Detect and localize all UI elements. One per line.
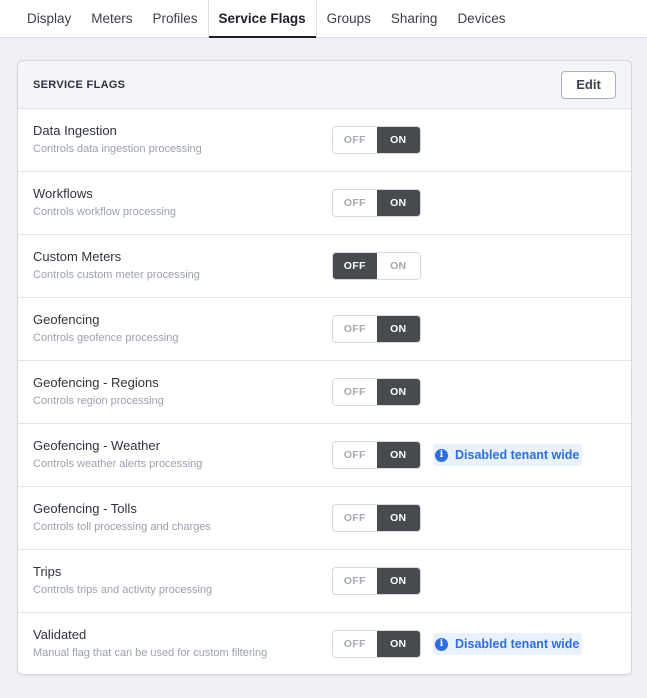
tab-profiles[interactable]: Profiles <box>143 0 208 37</box>
flag-toggle: OFF ON <box>332 504 421 532</box>
flag-name: Validated <box>33 627 87 642</box>
edit-button[interactable]: Edit <box>561 70 616 99</box>
toggle-off-option[interactable]: OFF <box>333 190 377 216</box>
toggle-off-option[interactable]: OFF <box>333 316 377 342</box>
toggle-off-option[interactable]: OFF <box>333 253 377 279</box>
toggle-on-option[interactable]: ON <box>376 379 420 405</box>
flag-name: Geofencing - Weather <box>33 438 160 453</box>
tenant-notice: i Disabled tenant wide <box>433 444 583 466</box>
flag-toggle: OFF ON <box>332 567 421 595</box>
toggle-off-option[interactable]: OFF <box>333 379 377 405</box>
toggle-off-option[interactable]: OFF <box>333 631 377 657</box>
toggle-off-option[interactable]: OFF <box>333 127 377 153</box>
flag-row-data-ingestion: Data Ingestion Controls data ingestion pr… <box>18 109 631 172</box>
toggle-on-option[interactable]: ON <box>376 631 420 657</box>
flag-description: Controls geofence processing <box>33 332 179 344</box>
toggle-on-option[interactable]: ON <box>376 316 420 342</box>
flag-toggle: OFF ON <box>332 252 421 280</box>
flag-description: Controls region processing <box>33 395 164 407</box>
toggle-on-option[interactable]: ON <box>376 568 420 594</box>
tenant-notice: i Disabled tenant wide <box>433 633 583 655</box>
flag-description: Controls toll processing and charges <box>33 521 211 533</box>
toggle-off-option[interactable]: OFF <box>333 505 377 531</box>
flag-row-custom-meters: Custom Meters Controls custom meter proce… <box>18 235 631 298</box>
flag-description: Manual flag that can be used for custom … <box>33 647 268 659</box>
toggle-on-option[interactable]: ON <box>376 505 420 531</box>
flag-toggle: OFF ON <box>332 441 421 469</box>
flag-row-geofencing-weather: Geofencing - Weather Controls weather ale… <box>18 424 631 487</box>
flag-name: Geofencing <box>33 312 100 327</box>
flag-toggle: OFF ON <box>332 126 421 154</box>
card-header: SERVICE FLAGS Edit <box>18 61 631 109</box>
info-icon: i <box>435 637 448 651</box>
notice-text: Disabled tenant wide <box>455 637 580 651</box>
toggle-on-option[interactable]: ON <box>377 253 421 279</box>
flag-name: Data Ingestion <box>33 123 117 138</box>
flag-toggle: OFF ON <box>332 315 421 343</box>
settings-tabs: Display Meters Profiles Service Flags Groups… <box>0 0 647 38</box>
service-flags-card: SERVICE FLAGS Edit Data Ingestion Control… <box>17 60 632 675</box>
tab-groups[interactable]: Groups <box>317 0 381 37</box>
tab-meters[interactable]: Meters <box>81 0 142 37</box>
toggle-off-option[interactable]: OFF <box>333 442 377 468</box>
flag-name: Trips <box>33 564 62 579</box>
flag-row-trips: Trips Controls trips and activity process… <box>18 550 631 613</box>
flag-name: Geofencing - Tolls <box>33 501 137 516</box>
toggle-on-option[interactable]: ON <box>376 190 420 216</box>
toggle-on-option[interactable]: ON <box>376 127 420 153</box>
flag-name: Geofencing - Regions <box>33 375 159 390</box>
flag-name: Workflows <box>33 186 93 201</box>
flag-toggle: OFF ON <box>332 630 421 658</box>
flag-description: Controls weather alerts processing <box>33 458 203 470</box>
flag-toggle: OFF ON <box>332 378 421 406</box>
tab-display[interactable]: Display <box>17 0 81 37</box>
tab-devices[interactable]: Devices <box>447 0 515 37</box>
flag-description: Controls workflow processing <box>33 206 177 218</box>
toggle-on-option[interactable]: ON <box>376 442 420 468</box>
tab-service-flags[interactable]: Service Flags <box>207 0 317 38</box>
toggle-off-option[interactable]: OFF <box>333 568 377 594</box>
flag-description: Controls custom meter processing <box>33 269 200 281</box>
flag-row-geofencing-regions: Geofencing - Regions Controls region proc… <box>18 361 631 424</box>
flag-toggle: OFF ON <box>332 189 421 217</box>
tab-sharing[interactable]: Sharing <box>381 0 448 37</box>
notice-text: Disabled tenant wide <box>455 448 580 462</box>
flag-row-workflows: Workflows Controls workflow processing OFF… <box>18 172 631 235</box>
flag-row-geofencing-tolls: Geofencing - Tolls Controls toll processi… <box>18 487 631 550</box>
flag-row-geofencing: Geofencing Controls geofence processing OF… <box>18 298 631 361</box>
flag-name: Custom Meters <box>33 249 122 264</box>
flag-description: Controls trips and activity processing <box>33 584 213 596</box>
flag-row-validated: Validated Manual flag that can be used fo… <box>18 613 631 674</box>
flag-description: Controls data ingestion processing <box>33 143 202 155</box>
card-title: SERVICE FLAGS <box>33 78 126 91</box>
flag-list: Data Ingestion Controls data ingestion pr… <box>18 109 631 674</box>
info-icon: i <box>435 448 448 462</box>
